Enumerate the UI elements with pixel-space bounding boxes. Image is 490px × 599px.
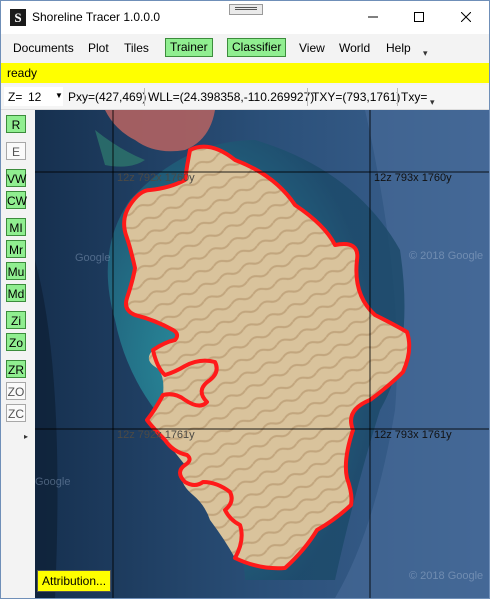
menu-classifier-toggle[interactable]: Classifier: [227, 38, 287, 57]
app-logo-icon: S: [10, 9, 26, 26]
status-bar: ready: [1, 63, 489, 83]
sidebar-button-zo[interactable]: Zo: [6, 333, 26, 351]
menu-trainer-toggle[interactable]: Trainer: [165, 38, 213, 57]
sidebar-button-zr[interactable]: ZR: [6, 360, 26, 378]
minimize-button[interactable]: [350, 1, 396, 34]
map-view[interactable]: 12z 792x 1760y 12z 793x 1760y 12z 792x 1…: [35, 110, 489, 598]
sidebar-button-cw[interactable]: CW: [6, 191, 27, 209]
tile-label: 12z 793x 1761y: [374, 429, 452, 441]
menu-view[interactable]: View: [299, 41, 325, 55]
app-window: S Shoreline Tracer 1.0.0.0 Documents Plo…: [0, 0, 490, 599]
close-button[interactable]: [443, 1, 489, 34]
sidebar-button-r[interactable]: R: [6, 115, 26, 133]
tile-label: 12z 792x 1760y: [117, 172, 195, 184]
google-watermark: © 2018 Google: [409, 250, 484, 262]
close-icon: [461, 12, 471, 22]
toolbar-overflow-icon[interactable]: ▾: [430, 97, 435, 108]
separator: [307, 88, 308, 106]
menu-documents[interactable]: Documents: [13, 41, 74, 55]
menu-plot[interactable]: Plot: [88, 41, 109, 55]
sidebar-button-zc[interactable]: ZC: [6, 404, 26, 422]
sidebar-button-md[interactable]: Md: [6, 284, 26, 302]
sidebar-more-icon[interactable]: ▸: [24, 432, 28, 441]
world-latlon-readout: WLL=(24.398358,-110.269927): [148, 90, 315, 104]
google-watermark: Google: [35, 476, 71, 488]
separator: [397, 88, 398, 106]
tile-label: 12z 793x 1760y: [374, 172, 452, 184]
google-watermark: Google: [75, 252, 111, 264]
window-title: Shoreline Tracer 1.0.0.0: [32, 10, 161, 24]
sidebar-button-zo-outline[interactable]: ZO: [6, 382, 26, 400]
minimize-icon: [368, 16, 378, 18]
coordinate-toolbar: Z= 12 ▼ Pxy=(427,469) WLL=(24.398358,-11…: [1, 85, 489, 110]
menu-bar: Documents Plot Tiles Trainer Classifier …: [1, 36, 489, 62]
tile-label: 12z 792x 1761y: [117, 429, 195, 441]
menu-tiles[interactable]: Tiles: [124, 41, 149, 55]
sidebar-button-mi[interactable]: MI: [6, 218, 26, 236]
zoom-value: 12: [28, 90, 42, 104]
title-bar[interactable]: S Shoreline Tracer 1.0.0.0: [1, 1, 489, 34]
maximize-button[interactable]: [396, 1, 442, 34]
sidebar-button-mr[interactable]: Mr: [6, 240, 26, 258]
status-text: ready: [7, 66, 38, 80]
pixel-xy-readout: Pxy=(427,469): [68, 90, 147, 104]
attribution-button[interactable]: Attribution...: [37, 570, 112, 592]
sidebar-button-zi[interactable]: Zi: [6, 311, 26, 329]
sidebar-button-mu[interactable]: Mu: [6, 262, 26, 280]
sidebar-button-e[interactable]: E: [6, 142, 26, 160]
menu-world[interactable]: World: [339, 41, 370, 55]
tool-sidebar: R E VW CW MI Mr Mu Md Zi Zo ZR ZO ZC ▸: [1, 110, 34, 598]
zoom-label: Z=: [8, 90, 23, 104]
tile-offset-readout: Txy=: [401, 90, 428, 104]
menu-help[interactable]: Help: [386, 41, 411, 55]
drag-grip-icon[interactable]: [229, 4, 263, 15]
tile-xy-readout: TXY=(793,1761): [312, 90, 401, 104]
sidebar-button-vw[interactable]: VW: [6, 169, 26, 187]
maximize-icon: [414, 12, 424, 22]
chevron-down-icon: ▼: [55, 91, 63, 100]
google-watermark: © 2018 Google: [409, 570, 484, 582]
menu-overflow-icon[interactable]: ▾: [423, 48, 428, 59]
separator: [144, 88, 145, 106]
zoom-level-select[interactable]: Z= 12 ▼: [4, 87, 63, 106]
